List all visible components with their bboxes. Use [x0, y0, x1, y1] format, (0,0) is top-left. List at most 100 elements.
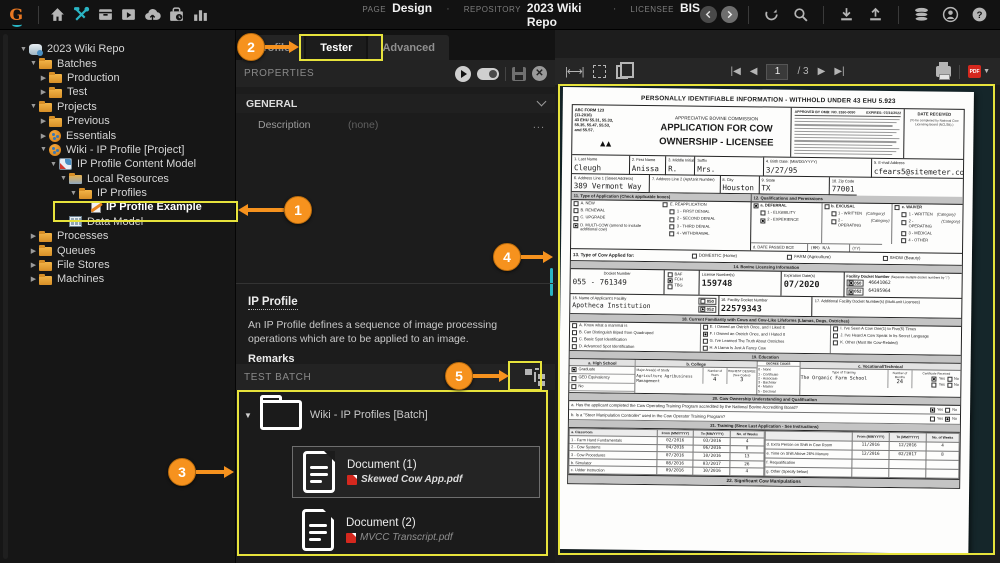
database-icon[interactable]	[909, 4, 934, 26]
close-icon[interactable]: ✕	[532, 66, 547, 81]
tree-item[interactable]: ▼ Batches	[8, 56, 235, 70]
properties-title: PROPERTIES	[244, 68, 315, 79]
export-upload-icon[interactable]	[863, 4, 888, 26]
date-received-label: DATE RECEIVED	[917, 111, 952, 117]
batch-folder-row[interactable]: ▼ Wiki - IP Profiles [Batch]	[244, 395, 428, 430]
expander-icon[interactable]: ▼	[244, 411, 252, 420]
jobs-bag-icon[interactable]	[165, 4, 189, 26]
page-value[interactable]: Design	[392, 1, 432, 15]
page-key: PAGE	[362, 4, 387, 14]
training-table-right: From (MM/YYYY) To (MM/YYYY) No. of Weeks…	[764, 430, 960, 479]
tree-item[interactable]: ▶ File Stores	[8, 258, 235, 272]
page-viewport[interactable]: PERSONALLY IDENTIFIABLE INFORMATION - WI…	[558, 84, 995, 555]
back-icon[interactable]	[700, 6, 717, 23]
print-icon[interactable]	[936, 62, 952, 80]
expander-icon[interactable]: ▶	[28, 275, 39, 283]
preview-toggle[interactable]	[477, 67, 499, 80]
tree-item[interactable]: ▶ Machines	[8, 272, 235, 286]
general-section-header[interactable]: GENERAL	[236, 94, 555, 113]
description-property-row[interactable]: Description (none) ...	[236, 115, 555, 135]
tab-tester[interactable]: Tester	[306, 35, 367, 60]
tree-item-label: Queues	[57, 244, 96, 257]
tree-item[interactable]: ▼ 2023 Wiki Repo	[8, 42, 235, 56]
expander-icon[interactable]: ▶	[28, 261, 39, 269]
design-tools-icon[interactable]	[69, 4, 93, 26]
tree-item[interactable]: ▶ Queues	[8, 243, 235, 257]
tree-item[interactable]: ▼ IP Profile Content Model	[8, 157, 235, 171]
tree-item-label: IP Profiles	[97, 187, 147, 200]
form-code-block: ABC FORM 123 (11-2016) 43 EHU 55.31, 55.33…	[574, 107, 614, 133]
refresh-icon[interactable]	[759, 4, 784, 26]
batch-hierarchy-icon[interactable]	[525, 368, 547, 386]
expander-icon[interactable]: ▼	[38, 146, 49, 153]
user-account-icon[interactable]	[938, 4, 963, 26]
stats-chart-icon[interactable]	[189, 4, 213, 26]
section-11-type-of-application: 11. Type of Application (Check applicabl…	[571, 192, 752, 251]
help-icon[interactable]: ?	[967, 4, 992, 26]
description-value[interactable]: (none)	[348, 119, 378, 131]
previous-page-icon[interactable]: ◀	[750, 66, 758, 77]
test-batch-tree: ▼ Wiki - IP Profiles [Batch] Document (1…	[236, 390, 555, 563]
expander-icon[interactable]: ▼	[48, 161, 59, 168]
page-total-label: / 3	[797, 66, 809, 77]
document-item-2[interactable]: Document (2) MVCC Transcript.pdf	[292, 504, 540, 556]
first-page-icon[interactable]: |◀	[730, 66, 740, 77]
expander-icon[interactable]: ▼	[28, 60, 39, 67]
tree-item-label: Test	[67, 86, 88, 99]
expander-icon[interactable]: ▶	[38, 132, 49, 140]
document-item-3[interactable]	[292, 558, 540, 563]
expander-icon[interactable]: ▼	[68, 190, 79, 197]
tree-item[interactable]: ▼ Local Resources	[8, 172, 235, 186]
tab-advanced[interactable]: Advanced	[368, 35, 450, 60]
search-icon[interactable]	[788, 4, 813, 26]
tree-item[interactable]: ▶ Essentials	[8, 128, 235, 142]
expander-icon[interactable]: ▶	[28, 247, 39, 255]
next-page-icon[interactable]: ▶	[818, 66, 826, 77]
tree-item[interactable]: ▼ Wiki - IP Profile [Project]	[8, 143, 235, 157]
expander-icon[interactable]: ▶	[38, 74, 49, 82]
cloud-upload-icon[interactable]	[141, 4, 165, 26]
page-number-input[interactable]	[766, 63, 789, 80]
expander-icon[interactable]: ▼	[58, 175, 69, 182]
tree-item[interactable]: ▶ Test	[8, 85, 235, 99]
expander-icon[interactable]: ▶	[28, 232, 39, 240]
save-icon[interactable]	[512, 66, 526, 81]
last-page-icon[interactable]: ▶|	[834, 66, 844, 77]
scanned-document-page[interactable]: PERSONALLY IDENTIFIABLE INFORMATION - WI…	[558, 87, 974, 554]
node-icon	[79, 187, 92, 199]
node-icon	[49, 129, 61, 142]
date-received-sub: (To be completed by National Cow Licensi…	[909, 118, 959, 127]
divider	[959, 64, 961, 79]
select-region-icon[interactable]	[593, 65, 607, 78]
repository-value[interactable]: 2023 Wiki Repo	[527, 1, 599, 29]
svg-text:?: ?	[977, 10, 983, 21]
batches-box-icon[interactable]	[93, 4, 117, 26]
forward-icon[interactable]	[721, 6, 738, 23]
document-item-1[interactable]: Document (1) Skewed Cow App.pdf	[292, 446, 540, 498]
expander-icon[interactable]: ▼	[28, 103, 39, 110]
home-icon[interactable]	[45, 4, 69, 26]
expander-icon[interactable]: ▶	[38, 117, 49, 125]
divider	[823, 5, 824, 24]
expander-icon[interactable]: ▼	[18, 46, 29, 53]
tree-item[interactable]: ▶ Processes	[8, 229, 235, 243]
tree-item-label: Production	[67, 71, 120, 84]
tree-item[interactable]: IP Profile Example	[8, 200, 235, 214]
tree-item[interactable]: ▼ IP Profiles	[8, 186, 235, 200]
tree-item[interactable]: ▼ Projects	[8, 100, 235, 114]
thumbnails-icon[interactable]	[616, 61, 635, 79]
fit-width-icon[interactable]: |⟷|	[565, 65, 585, 78]
tree-item[interactable]: Data Model	[8, 215, 235, 229]
section-12-qualifications: 12. Qualifications and Permissions a. DE…	[750, 194, 963, 253]
chevron-down-icon[interactable]	[536, 96, 547, 107]
apply-play-icon[interactable]	[455, 65, 471, 82]
document-icon	[302, 509, 334, 551]
help-title[interactable]: IP Profile	[248, 296, 298, 310]
import-download-icon[interactable]	[834, 4, 859, 26]
tree-item[interactable]: ▶ Production	[8, 71, 235, 85]
process-box-play-icon[interactable]	[117, 4, 141, 26]
export-pdf-icon[interactable]: PDF ▼	[968, 65, 990, 78]
expander-icon[interactable]: ▶	[38, 88, 49, 96]
tree-item[interactable]: ▶ Previous	[8, 114, 235, 128]
ellipsis-button[interactable]: ...	[533, 119, 545, 131]
